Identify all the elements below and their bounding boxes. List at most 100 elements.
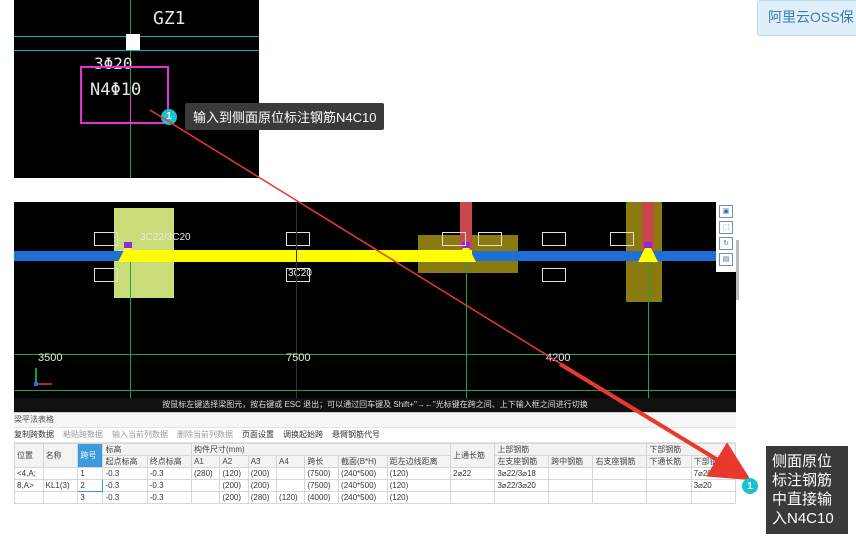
cell-bottom-through[interactable]	[646, 491, 692, 504]
callout-text: 输入到侧面原位标注钢筋N4C10	[185, 103, 385, 130]
oss-label[interactable]: 阿里云OSS保	[757, 0, 856, 36]
cell-left-support[interactable]: 3⌀22/3⌀20	[494, 479, 550, 492]
cell-length[interactable]: (4000)	[304, 491, 340, 504]
span-dim-2: 7500	[286, 352, 311, 364]
cell-right-support[interactable]	[592, 467, 648, 480]
tool-paste-span[interactable]: 粘贴跨数据	[63, 428, 103, 442]
cell-a1[interactable]	[191, 491, 221, 504]
cell-a2[interactable]: (120)	[219, 467, 249, 480]
cell-bottom[interactable]: 7⌀20 3/4	[690, 467, 737, 480]
cell-a4[interactable]	[276, 479, 306, 492]
cell-span-active[interactable]: 2	[77, 479, 104, 492]
input-box[interactable]	[542, 268, 566, 282]
input-box[interactable]	[542, 232, 566, 246]
cell-right-support[interactable]	[592, 479, 648, 492]
col-header: 上通长筋	[450, 443, 496, 468]
scrollbar[interactable]	[736, 240, 739, 300]
cell-a2[interactable]: (200)	[219, 479, 249, 492]
axis-line	[466, 262, 467, 398]
cell-distance[interactable]: (120)	[386, 479, 452, 492]
cell-name[interactable]	[42, 467, 79, 480]
tool-page-setup[interactable]: 页面设置	[242, 428, 274, 442]
cell-left-support[interactable]	[494, 491, 550, 504]
cell-name[interactable]	[42, 491, 79, 504]
input-box[interactable]	[478, 232, 502, 246]
cell-bottom-through[interactable]	[646, 467, 692, 480]
cell-position[interactable]	[14, 491, 44, 504]
cell-length[interactable]: (7500)	[304, 467, 340, 480]
beam-table: 位置 名称 跨号 标高 构件尺寸(mm) 上通长筋 上部钢筋 下部钢筋 起点标高…	[14, 443, 737, 504]
group-header: 构件尺寸(mm)	[191, 443, 452, 456]
cell-bottom[interactable]	[690, 491, 737, 504]
cell-bottom[interactable]: 3⌀20	[690, 479, 737, 492]
cell-section[interactable]: (240*500)	[338, 491, 388, 504]
rotate-icon[interactable]: ↻	[719, 237, 733, 250]
cell-mid[interactable]	[548, 467, 594, 480]
cell-mid[interactable]	[548, 491, 594, 504]
group-header: 标高	[102, 443, 193, 456]
tool-input-column[interactable]: 输入当前列数据	[112, 428, 168, 442]
table-row[interactable]: <4,A; 1 -0.3 -0.3 (280) (120) (200) (750…	[14, 467, 737, 480]
support-triangle-1	[118, 242, 138, 262]
col-header: 距左边线距离	[386, 455, 452, 468]
beam-table-panel: 梁平法表格 复制跨数据 粘贴跨数据 输入当前列数据 删除当前列数据 页面设置 调…	[14, 412, 737, 521]
cell-start-elev[interactable]: -0.3	[102, 479, 148, 492]
group-header: 下部钢筋	[646, 443, 736, 456]
cell-name[interactable]: KL1(3)	[42, 479, 79, 492]
cell-a2[interactable]: (200)	[219, 491, 249, 504]
cell-span[interactable]: 3	[77, 491, 104, 504]
cube-icon[interactable]: ▣	[719, 205, 733, 218]
input-box[interactable]	[286, 232, 310, 246]
cell-top-through[interactable]	[450, 491, 496, 504]
cell-section[interactable]: (240*500)	[338, 479, 388, 492]
tool-cantilever-code[interactable]: 悬臂钢筋代号	[332, 428, 380, 442]
callout-number: 1	[742, 478, 758, 494]
cell-a3[interactable]: (200)	[247, 479, 278, 492]
span-dim-3: 4200	[546, 352, 571, 364]
cell-length[interactable]: (7500)	[304, 479, 340, 492]
col-header: 左支座钢筋	[494, 455, 550, 468]
select-box-icon[interactable]: ⬚	[719, 221, 733, 234]
input-box[interactable]	[610, 232, 634, 246]
cell-end-elev[interactable]: -0.3	[146, 491, 193, 504]
cell-right-support[interactable]	[592, 491, 648, 504]
cell-a4[interactable]	[276, 467, 306, 480]
panel-title: 梁平法表格	[14, 413, 736, 428]
cell-start-elev[interactable]: -0.3	[102, 467, 148, 480]
col-header: 终点标高	[146, 455, 193, 468]
input-box[interactable]	[442, 232, 466, 246]
cell-end-elev[interactable]: -0.3	[146, 479, 193, 492]
cell-top-through[interactable]: 2⌀22	[450, 467, 496, 480]
cell-section[interactable]: (240*500)	[338, 467, 388, 480]
cell-start-elev[interactable]: -0.3	[102, 491, 148, 504]
cell-position[interactable]: <4,A;	[14, 467, 44, 480]
cell-span[interactable]: 1	[77, 467, 104, 480]
cell-a1[interactable]	[191, 479, 221, 492]
cell-a3[interactable]: (200)	[247, 467, 278, 480]
cell-top-through[interactable]	[450, 479, 496, 492]
grid-icon[interactable]: ▤	[719, 253, 733, 266]
input-box[interactable]	[94, 268, 118, 282]
cell-a4[interactable]: (120)	[276, 491, 306, 504]
tool-copy-span[interactable]: 复制跨数据	[14, 428, 54, 442]
cell-a3[interactable]: (280)	[247, 491, 278, 504]
cell-position[interactable]: 8,A>	[14, 479, 44, 492]
tool-delete-column[interactable]: 删除当前列数据	[177, 428, 233, 442]
table-row[interactable]: 8,A> KL1(3) 2 -0.3 -0.3 (200) (200) (750…	[14, 479, 737, 492]
cell-a1[interactable]: (280)	[191, 467, 221, 480]
col-header: 跨长	[304, 455, 340, 468]
cell-distance[interactable]: (120)	[386, 467, 452, 480]
tool-swap-start[interactable]: 调换起始跨	[283, 428, 323, 442]
input-box[interactable]	[94, 232, 118, 246]
cell-mid[interactable]	[548, 479, 594, 492]
cad-main-view[interactable]: 3C22/3C20 3C20 3500 7500 4200 6 8 按鼠标左键选…	[14, 202, 736, 412]
cell-end-elev[interactable]: -0.3	[146, 467, 193, 480]
beam-span-selected[interactable]	[124, 250, 472, 262]
axis-line	[648, 262, 649, 398]
cell-distance[interactable]: (120)	[386, 491, 452, 504]
col-header-span-selected[interactable]: 跨号	[77, 443, 104, 468]
cell-left-support[interactable]: 3⌀22/3⌀18	[494, 467, 550, 480]
table-row[interactable]: 3 -0.3 -0.3 (200) (280) (120) (4000) (24…	[14, 491, 737, 504]
cell-bottom-through[interactable]	[646, 479, 692, 492]
callout-1: 1 输入到侧面原位标注钢筋N4C10	[161, 103, 385, 130]
